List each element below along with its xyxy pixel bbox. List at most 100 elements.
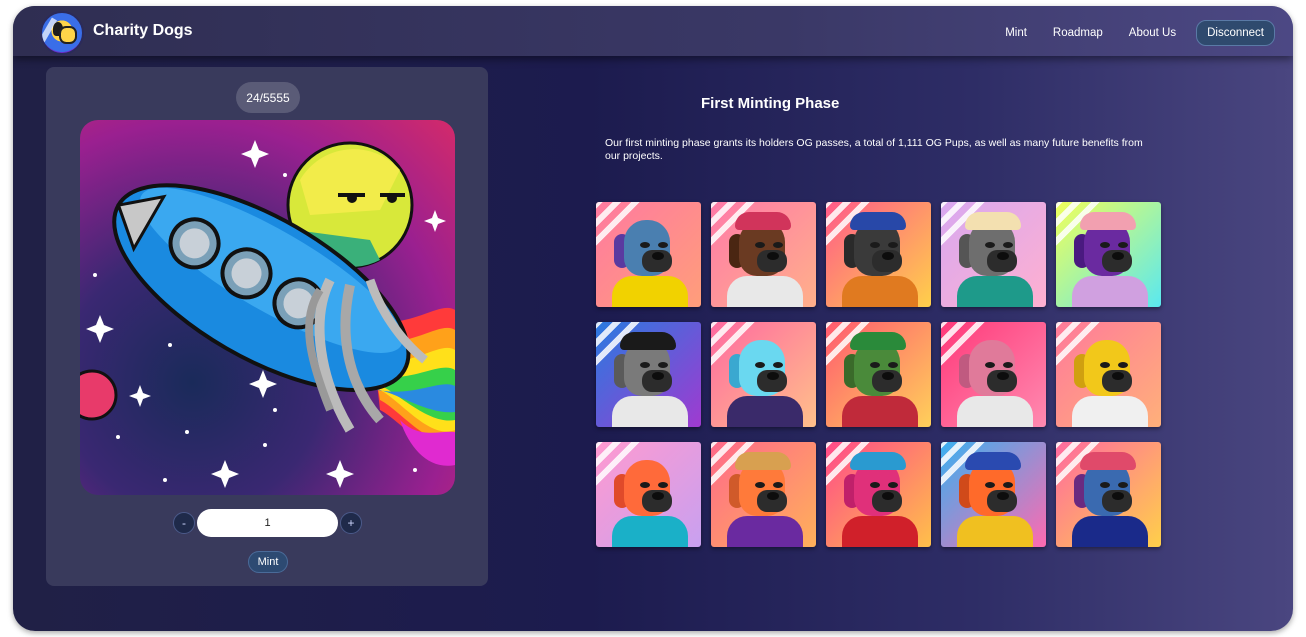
dog-eye xyxy=(755,482,765,488)
nft-dog-tile[interactable] xyxy=(711,202,816,307)
dog-eye xyxy=(658,482,668,488)
dog-eye xyxy=(640,362,650,368)
dog-body xyxy=(957,396,1033,427)
dog-nose xyxy=(997,372,1009,380)
nft-dog-tile[interactable] xyxy=(826,442,931,547)
dog-hat xyxy=(1080,212,1136,230)
dog-eye xyxy=(773,482,783,488)
nft-dog-tile[interactable] xyxy=(941,202,1046,307)
dog-body xyxy=(727,396,803,427)
brand-name[interactable]: Charity Dogs xyxy=(93,22,193,40)
dog-body xyxy=(612,396,688,427)
dog-eye xyxy=(773,362,783,368)
dog-eye xyxy=(1100,242,1110,248)
dog-nose xyxy=(652,252,664,260)
dog-nose xyxy=(767,492,779,500)
app-frame: Charity Dogs Mint Roadmap About Us Disco… xyxy=(13,6,1293,631)
dog-hat xyxy=(735,452,791,470)
nft-dog-tile[interactable] xyxy=(596,202,701,307)
top-navbar: Charity Dogs Mint Roadmap About Us Disco… xyxy=(13,6,1293,56)
dog-eye xyxy=(870,482,880,488)
nft-preview-artwork xyxy=(80,120,455,495)
charity-dogs-logo-icon[interactable] xyxy=(40,11,84,55)
dog-eye xyxy=(1118,242,1128,248)
dog-hat xyxy=(620,332,676,350)
dog-nose xyxy=(882,492,894,500)
dog-nose xyxy=(652,492,664,500)
decrement-button[interactable]: - xyxy=(173,511,195,534)
mint-button[interactable]: Mint xyxy=(248,551,288,573)
nav-link-roadmap[interactable]: Roadmap xyxy=(1053,27,1103,39)
dog-eye xyxy=(658,362,668,368)
dog-body xyxy=(1072,516,1148,547)
dog-body xyxy=(842,396,918,427)
nft-dog-tile[interactable] xyxy=(711,442,816,547)
dog-nose xyxy=(767,252,779,260)
nft-dog-tile[interactable] xyxy=(941,442,1046,547)
dog-hat xyxy=(735,212,791,230)
dog-nose xyxy=(882,252,894,260)
dog-eye xyxy=(870,242,880,248)
dog-body xyxy=(1072,396,1148,427)
mint-panel: 24/5555 - 1 + Mint xyxy=(46,67,488,586)
dog-nose xyxy=(1112,252,1124,260)
dog-eye xyxy=(755,242,765,248)
dog-eye xyxy=(640,482,650,488)
dog-eye xyxy=(888,242,898,248)
dog-hat xyxy=(850,452,906,470)
quantity-input[interactable] xyxy=(197,508,338,537)
dog-hat xyxy=(965,212,1021,230)
dog-body xyxy=(1072,276,1148,307)
dog-eye xyxy=(1118,362,1128,368)
nft-dog-tile[interactable] xyxy=(596,442,701,547)
disconnect-button[interactable]: Disconnect xyxy=(1196,20,1275,46)
dog-eye xyxy=(870,362,880,368)
dog-body xyxy=(842,516,918,547)
dog-hat xyxy=(850,212,906,230)
dog-eye xyxy=(985,362,995,368)
dog-eye xyxy=(773,242,783,248)
dog-hat xyxy=(850,332,906,350)
dog-eye xyxy=(1118,482,1128,488)
dog-eye xyxy=(1100,362,1110,368)
dog-nose xyxy=(1112,372,1124,380)
dog-body xyxy=(727,276,803,307)
nft-dog-tile[interactable] xyxy=(941,322,1046,427)
dog-eye xyxy=(1100,482,1110,488)
dog-nose xyxy=(652,372,664,380)
nav-link-mint[interactable]: Mint xyxy=(1005,27,1027,39)
nft-dog-tile[interactable] xyxy=(1056,322,1161,427)
dog-eye xyxy=(640,242,650,248)
dog-nose xyxy=(767,372,779,380)
nft-dog-tile[interactable] xyxy=(1056,442,1161,547)
dog-body xyxy=(957,276,1033,307)
dog-eye xyxy=(1003,362,1013,368)
dog-nose xyxy=(1112,492,1124,500)
phase-description: Our first minting phase grants its holde… xyxy=(605,137,1143,162)
dog-nose xyxy=(882,372,894,380)
dog-nose xyxy=(997,252,1009,260)
dog-eye xyxy=(888,362,898,368)
dog-nose xyxy=(997,492,1009,500)
rocket-alien-illustration xyxy=(80,140,455,488)
nft-dog-tile[interactable] xyxy=(826,202,931,307)
dog-eye xyxy=(985,482,995,488)
nft-dog-tile[interactable] xyxy=(596,322,701,427)
nft-dog-tile[interactable] xyxy=(711,322,816,427)
dog-eye xyxy=(888,482,898,488)
phase-title: First Minting Phase xyxy=(701,95,840,112)
dog-body xyxy=(842,276,918,307)
increment-button[interactable]: + xyxy=(340,511,362,534)
dog-body xyxy=(612,516,688,547)
dog-eye xyxy=(755,362,765,368)
dog-eye xyxy=(658,242,668,248)
nav-link-about-us[interactable]: About Us xyxy=(1129,27,1176,39)
nft-dog-tile[interactable] xyxy=(1056,202,1161,307)
nft-dog-tile[interactable] xyxy=(826,322,931,427)
dog-hat xyxy=(965,452,1021,470)
minted-counter-badge: 24/5555 xyxy=(236,82,300,113)
dog-body xyxy=(727,516,803,547)
dog-eye xyxy=(1003,482,1013,488)
dog-eye xyxy=(985,242,995,248)
nav-links: Mint Roadmap About Us Disconnect xyxy=(979,20,1275,46)
